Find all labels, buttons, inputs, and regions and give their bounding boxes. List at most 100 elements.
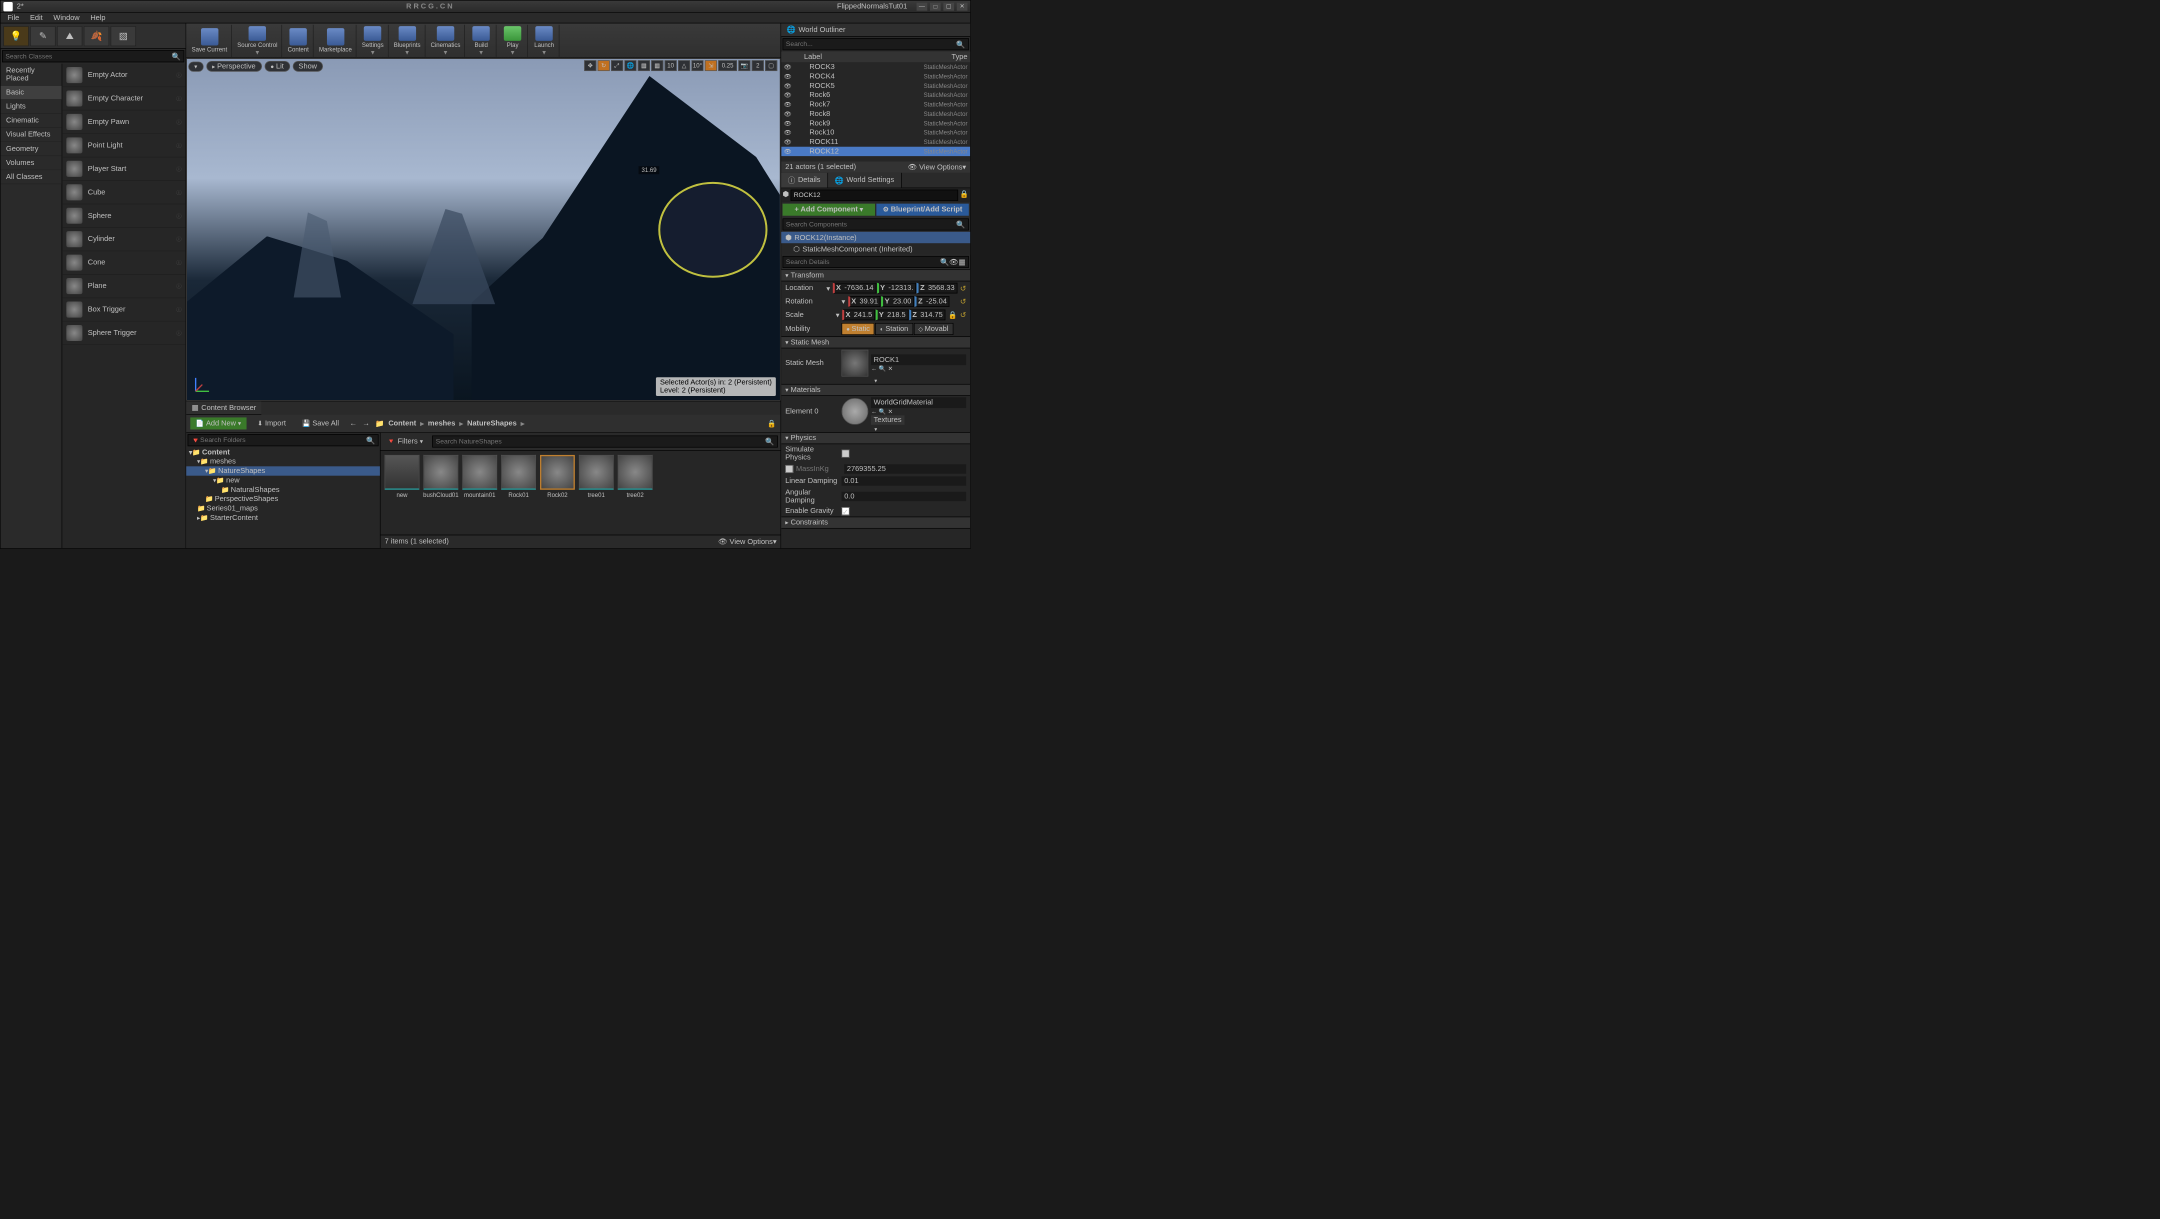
details-tab[interactable]: ⓘ Details	[781, 173, 828, 188]
view-perspective[interactable]: ▸ Perspective	[206, 61, 262, 72]
reset-icon[interactable]: ↺	[960, 311, 966, 320]
loc-y[interactable]: Y-12313.	[877, 283, 916, 294]
mobility-stationary[interactable]: ◐ Station	[875, 323, 913, 335]
actor-sphere-trigger[interactable]: Sphere Triggerⓘ	[62, 322, 185, 345]
outliner-item[interactable]: 👁ROCK4StaticMeshActor	[781, 72, 970, 81]
search-components[interactable]: 🔍	[783, 218, 969, 230]
save-all-button[interactable]: 💾 Save All	[297, 417, 345, 429]
outliner-item[interactable]: 👁Rock10StaticMeshActor	[781, 128, 970, 137]
outliner-item[interactable]: 👁Rock8StaticMeshActor	[781, 109, 970, 118]
outliner-item[interactable]: 👁Rock7StaticMeshActor	[781, 100, 970, 109]
search-classes[interactable]: 🔍	[2, 50, 184, 62]
filter-icon[interactable]: 🔻	[191, 436, 200, 445]
rot-y[interactable]: Y23.00	[881, 296, 914, 307]
asset-tree01[interactable]: tree01	[579, 455, 614, 499]
actor-name-input[interactable]	[790, 190, 958, 201]
info-icon[interactable]: ⓘ	[176, 71, 181, 78]
search-assets[interactable]: 🔍	[432, 436, 777, 448]
tree-startercontent[interactable]: ▸📁 StarterContent	[186, 513, 380, 522]
view-options-button[interactable]: 👁 View Options▾	[718, 537, 776, 546]
eye-icon[interactable]: 👁	[784, 101, 791, 108]
actor-cylinder[interactable]: Cylinderⓘ	[62, 228, 185, 251]
actor-empty-pawn[interactable]: Empty Pawnⓘ	[62, 111, 185, 134]
tree-meshes[interactable]: ▾📁 meshes	[186, 457, 380, 466]
chevron-down-icon[interactable]: ▾	[842, 297, 846, 306]
material-thumbnail[interactable]	[842, 398, 869, 425]
textures-button[interactable]: Textures	[871, 415, 904, 424]
outliner-item[interactable]: 👁Rock9StaticMeshActor	[781, 119, 970, 128]
search-folders[interactable]: 🔻🔍	[188, 434, 379, 446]
surface-snap-icon[interactable]: ▦	[638, 60, 650, 71]
info-icon[interactable]: ⓘ	[176, 282, 181, 289]
section-static-mesh[interactable]: ▾ Static Mesh	[781, 336, 970, 348]
asset-rock02[interactable]: Rock02	[540, 455, 575, 499]
filters-button[interactable]: 🔻 Filters▾	[382, 434, 429, 449]
close-button[interactable]: ✕	[957, 2, 968, 10]
save-current-button[interactable]: Save Current	[188, 24, 232, 56]
view-lit[interactable]: ● Lit	[264, 61, 290, 72]
loc-x[interactable]: X-7636.14	[833, 283, 876, 294]
grid-value[interactable]: 10	[665, 60, 677, 71]
actor-empty-character[interactable]: Empty Characterⓘ	[62, 87, 185, 110]
info-icon[interactable]: ⓘ	[176, 189, 181, 196]
col-type[interactable]: Type	[951, 53, 967, 61]
view-options[interactable]: 👁 View Options▾	[908, 163, 966, 172]
asset-rock01[interactable]: Rock01	[501, 455, 536, 499]
menu-edit[interactable]: Edit	[26, 13, 47, 22]
import-button[interactable]: ⬇ Import	[252, 417, 291, 429]
angular-damping-value[interactable]: 0.0	[842, 492, 967, 501]
translate-icon[interactable]: ✥	[584, 60, 596, 71]
nav-fwd-icon[interactable]: →	[362, 419, 369, 427]
info-icon[interactable]: ⓘ	[176, 329, 181, 336]
tree-naturalshapes[interactable]: 📁 NaturalShapes	[186, 485, 380, 494]
lock-icon[interactable]: 🔒	[767, 419, 776, 428]
actor-point-light[interactable]: Point Lightⓘ	[62, 134, 185, 157]
section-constraints[interactable]: ▸ Constraints	[781, 517, 970, 529]
outliner-search[interactable]: 🔍	[783, 38, 969, 50]
content-button[interactable]: Content	[283, 24, 313, 56]
scale-icon[interactable]: ⤢	[611, 60, 623, 71]
info-icon[interactable]: ⓘ	[176, 118, 181, 125]
cat-visual-effects[interactable]: Visual Effects	[1, 128, 62, 142]
world-local-icon[interactable]: 🌐	[624, 60, 636, 71]
geometry-mode-icon[interactable]: ▧	[111, 26, 136, 46]
cat-cinematic[interactable]: Cinematic	[1, 114, 62, 128]
section-physics[interactable]: ▾ Physics	[781, 432, 970, 444]
camera-speed[interactable]: 2	[752, 60, 764, 71]
actor-cone[interactable]: Coneⓘ	[62, 251, 185, 274]
view-show[interactable]: Show	[293, 61, 324, 72]
content-browser-tab[interactable]: ▦ Content Browser	[186, 401, 261, 414]
actor-player-start[interactable]: Player Startⓘ	[62, 157, 185, 180]
eye-icon[interactable]: 👁	[784, 148, 791, 155]
info-icon[interactable]: ⓘ	[176, 236, 181, 243]
foliage-mode-icon[interactable]: 🍂	[84, 26, 109, 46]
actor-box-trigger[interactable]: Box Triggerⓘ	[62, 298, 185, 321]
tree-new[interactable]: ▾📁 new	[186, 476, 380, 485]
info-icon[interactable]: ⓘ	[176, 142, 181, 149]
scale-snap-icon[interactable]: ⇲	[705, 60, 717, 71]
loc-z[interactable]: Z3568.33	[917, 283, 958, 294]
maximize-viewport-icon[interactable]: ▢	[765, 60, 777, 71]
blueprint-button[interactable]: ⚙ Blueprint/Add Script	[876, 204, 968, 216]
grid-snap-icon[interactable]: ▦	[651, 60, 663, 71]
place-mode-icon[interactable]: 💡	[3, 26, 28, 46]
reset-icon[interactable]: ↺	[960, 297, 966, 306]
viewport-options[interactable]: ▾	[188, 61, 203, 71]
actor-cube[interactable]: Cubeⓘ	[62, 181, 185, 204]
mass-value[interactable]: 2769355.25	[844, 464, 966, 473]
world-settings-tab[interactable]: 🌐 World Settings	[828, 173, 902, 188]
lock-icon[interactable]: 🔒	[960, 190, 969, 201]
menu-file[interactable]: File	[3, 13, 23, 22]
tree-content[interactable]: ▾📁 Content	[186, 448, 380, 457]
cat-lights[interactable]: Lights	[1, 100, 62, 114]
rotation-gizmo[interactable]	[653, 163, 774, 297]
search-details[interactable]: 🔍👁▦	[783, 256, 969, 268]
menu-help[interactable]: Help	[86, 13, 109, 22]
tree-natureshapes[interactable]: ▾📁 NatureShapes	[186, 466, 380, 475]
material-value[interactable]: WorldGridMaterial	[871, 397, 966, 408]
rot-z[interactable]: Z-25.04	[915, 296, 950, 307]
mobility-movable[interactable]: ◇ Movabl	[914, 323, 953, 335]
chevron-down-icon[interactable]: ▾	[836, 311, 840, 320]
maximize-button[interactable]: ▢	[943, 2, 954, 10]
asset-new-folder[interactable]: new	[385, 455, 420, 499]
